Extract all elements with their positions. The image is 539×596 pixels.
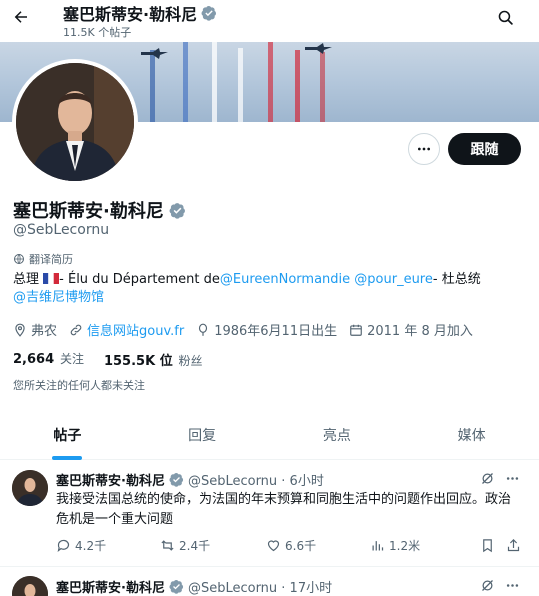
birthday-item: 1986年6月11日出生 xyxy=(196,320,337,339)
bio-text-3: - 杜总统 xyxy=(432,272,481,287)
header-post-count: 11.5K 个帖子 xyxy=(63,26,132,39)
post-header: 塞巴斯蒂安·勒科尼 @SebLecornu · 17小时 xyxy=(56,577,332,596)
post-handle-time: @SebLecornu · 17小时 xyxy=(187,581,333,596)
bio-text-1: 总理 xyxy=(13,272,40,287)
arrow-left-icon xyxy=(14,11,27,23)
follow-stats: 2,664 关注 155.5K 位 粉丝 xyxy=(13,350,203,369)
back-button[interactable] xyxy=(8,4,34,30)
balloon-icon xyxy=(199,323,208,336)
bio-mention-giverny[interactable]: @吉维尼博物馆 xyxy=(13,290,104,305)
grok-icon[interactable] xyxy=(480,578,495,593)
post-actions: 4.2千 2.4千 6.6千 1.2米 xyxy=(56,537,522,554)
tab-posts[interactable]: 帖子 xyxy=(0,410,135,459)
post-avatar-figure xyxy=(12,470,48,506)
repost-count: 2.4千 xyxy=(179,539,211,553)
link-icon xyxy=(70,324,82,335)
more-dots-icon[interactable] xyxy=(505,578,520,593)
post-author-name[interactable]: 塞巴斯蒂安·勒科尼 xyxy=(56,470,165,489)
avatar-photo xyxy=(16,63,134,181)
header-title: 塞巴斯蒂安·勒科尼 xyxy=(63,1,217,25)
header-name: 塞巴斯蒂安·勒科尼 xyxy=(63,5,198,24)
followers-count: 155.5K 位 xyxy=(103,354,173,369)
translate-bio-button[interactable]: 翻译简历 xyxy=(13,251,73,267)
more-dots-icon[interactable] xyxy=(505,471,520,486)
repost-action[interactable]: 2.4千 xyxy=(160,537,266,554)
globe-icon xyxy=(14,254,24,264)
birthday-text: 1986年6月11日出生 xyxy=(214,324,338,339)
share-action[interactable] xyxy=(506,538,521,553)
followers-label: 粉丝 xyxy=(178,354,203,368)
top-bar: 塞巴斯蒂安·勒科尼 11.5K 个帖子 xyxy=(0,0,539,42)
views-count: 1.2米 xyxy=(389,539,421,553)
calendar-icon xyxy=(350,324,362,336)
profile-name-row: 塞巴斯蒂安·勒科尼 xyxy=(13,197,186,223)
avatar-figure xyxy=(16,63,134,181)
verified-badge-icon[interactable] xyxy=(169,202,186,219)
followers-stat[interactable]: 155.5K 位 粉丝 xyxy=(104,350,203,369)
joined-text: 2011 年 8 月加入 xyxy=(367,324,473,339)
profile-avatar[interactable] xyxy=(12,59,138,185)
heart-icon xyxy=(267,540,280,552)
tab-media[interactable]: 媒体 xyxy=(404,410,539,459)
post-header: 塞巴斯蒂安·勒科尼 @SebLecornu · 6小时 xyxy=(56,470,324,489)
post-text: 我接受法国总统的使命，为法国的年末预算和同胞生活中的问题作出回应。政治危机是一个… xyxy=(56,492,512,527)
bookmark-icon xyxy=(483,539,492,553)
post-tools xyxy=(480,471,520,486)
search-icon xyxy=(498,10,513,25)
location-pin-icon xyxy=(15,323,25,337)
following-label: 关注 xyxy=(59,352,84,366)
share-icon xyxy=(507,539,520,552)
profile-meta: 弗农 信息网站gouv.fr 1986年6月11日出生 2011 年 8 月加入 xyxy=(13,320,485,339)
views-chart-icon xyxy=(372,541,384,551)
verified-badge-icon xyxy=(201,6,217,21)
bio-text-2: - Élu du Département de xyxy=(59,272,220,287)
translate-bio-label: 翻译简历 xyxy=(29,253,73,266)
following-stat[interactable]: 2,664 关注 xyxy=(13,350,84,369)
website-item[interactable]: 信息网站gouv.fr xyxy=(69,320,184,339)
post-item[interactable]: 塞巴斯蒂安·勒科尼 @SebLecornu · 6小时 我接受法国总统的使命，为… xyxy=(0,461,539,567)
reply-icon xyxy=(57,539,70,552)
tab-highlights[interactable]: 亮点 xyxy=(270,410,405,459)
post-item[interactable]: 塞巴斯蒂安·勒科尼 @SebLecornu · 17小时 xyxy=(0,567,539,596)
followed-by-note: 您所关注的任何人都未关注 xyxy=(13,379,145,392)
post-author-name[interactable]: 塞巴斯蒂安·勒科尼 xyxy=(56,577,165,596)
following-count: 2,664 xyxy=(13,352,55,367)
like-action[interactable]: 6.6千 xyxy=(266,537,370,554)
reply-action[interactable]: 4.2千 xyxy=(56,537,160,554)
more-options-button[interactable] xyxy=(408,133,440,165)
profile-name: 塞巴斯蒂安·勒科尼 xyxy=(13,201,164,222)
profile-bio: 总理 - Élu du Département de@EureenNormand… xyxy=(13,271,523,307)
profile-tabs: 帖子 回复 亮点 媒体 xyxy=(0,410,539,460)
reply-count: 4.2千 xyxy=(75,539,107,553)
post-avatar[interactable] xyxy=(12,470,48,506)
profile-handle: @SebLecornu xyxy=(13,222,110,238)
search-button[interactable] xyxy=(493,5,517,29)
bio-mention-pour-eure[interactable]: @pour_eure xyxy=(354,272,433,287)
french-flag-icon xyxy=(43,273,60,284)
bookmark-action[interactable] xyxy=(480,538,506,553)
location-item: 弗农 xyxy=(13,320,57,339)
more-dots-icon xyxy=(418,147,430,151)
verified-badge-icon xyxy=(169,472,184,487)
follow-button[interactable]: 跟随 xyxy=(448,133,521,165)
post-tools xyxy=(480,578,520,593)
tab-replies[interactable]: 回复 xyxy=(135,410,270,459)
joined-item: 2011 年 8 月加入 xyxy=(349,320,473,339)
bio-mention-eure-normandie[interactable]: @EureenNormandie xyxy=(220,272,350,287)
verified-badge-icon xyxy=(169,579,184,594)
views-action[interactable]: 1.2米 xyxy=(370,537,480,554)
website-link[interactable]: 信息网站gouv.fr xyxy=(87,320,184,339)
repost-icon xyxy=(161,540,174,551)
post-avatar-figure xyxy=(12,576,48,596)
post-handle-time: @SebLecornu · 6小时 xyxy=(187,474,324,489)
grok-icon[interactable] xyxy=(480,471,495,486)
like-count: 6.6千 xyxy=(285,539,317,553)
location-text: 弗农 xyxy=(31,324,58,339)
post-avatar[interactable] xyxy=(12,576,48,596)
